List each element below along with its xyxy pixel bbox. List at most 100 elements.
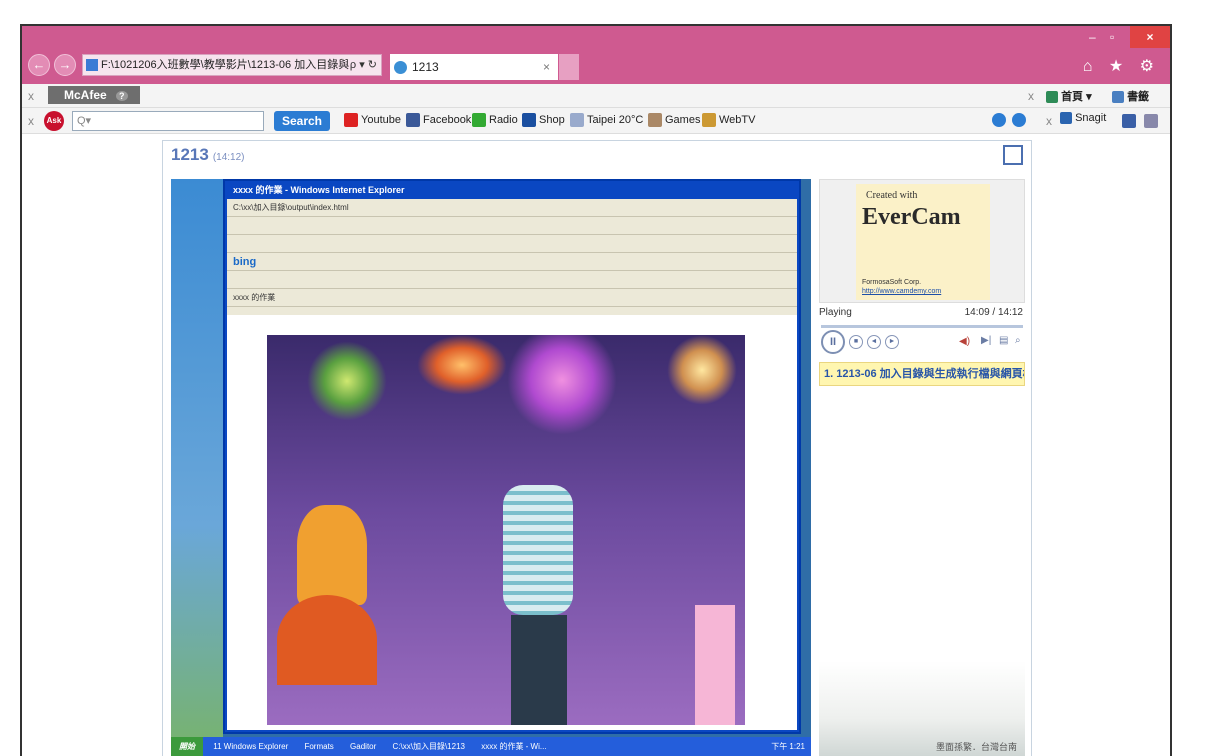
back-button[interactable]: ← bbox=[28, 54, 50, 76]
youtube-icon bbox=[344, 113, 358, 127]
favorites-menu[interactable]: 書籤 bbox=[1112, 88, 1149, 104]
logo-evercam: EverCam bbox=[862, 204, 961, 230]
tv-icon bbox=[702, 113, 716, 127]
favorites-icon bbox=[1112, 91, 1124, 104]
new-tab-button[interactable] bbox=[559, 54, 579, 80]
snagit-button[interactable]: Snagit bbox=[1060, 112, 1107, 125]
taskbar-item: 11 Windows Explorer bbox=[213, 742, 289, 751]
webtv-link[interactable]: WebTV bbox=[702, 113, 755, 127]
recorded-bing-bar: bing bbox=[227, 253, 797, 271]
search-icon[interactable]: ⌕ bbox=[1015, 335, 1021, 346]
link-label: Taipei 20°C bbox=[587, 114, 644, 126]
boy-figure bbox=[503, 485, 573, 615]
link-label: Youtube bbox=[361, 114, 401, 126]
seek-bar[interactable] bbox=[821, 325, 1023, 328]
start-button: 開始 bbox=[171, 737, 203, 756]
games-link[interactable]: Games bbox=[648, 113, 700, 127]
mcafee-toolbar: x McAfee ? x 首頁 ▾ 書籤 bbox=[22, 84, 1170, 108]
taskbar-item: xxxx 的作業 - Wi... bbox=[481, 742, 547, 751]
taskbar-item: C:\xx\加入目錄\1213 bbox=[392, 742, 465, 751]
forward-icon[interactable]: ► bbox=[885, 335, 899, 349]
snagit-icon bbox=[1060, 112, 1072, 125]
title-text: 1213 bbox=[171, 145, 209, 164]
recorded-tab: xxxx 的作業 bbox=[227, 289, 797, 307]
taskbar-item: Formats bbox=[304, 742, 334, 751]
forward-button[interactable]: → bbox=[54, 54, 76, 76]
page-icon bbox=[86, 59, 98, 71]
zoom-in-icon[interactable] bbox=[992, 113, 1006, 127]
caption-icon[interactable]: ▤ bbox=[999, 335, 1008, 346]
search-button[interactable]: Search bbox=[274, 111, 330, 131]
snagit-close-icon[interactable]: x bbox=[1046, 114, 1052, 128]
birds-caption: 墨面孫繁．台灣台南 bbox=[935, 742, 1017, 752]
girl-skirt bbox=[277, 595, 377, 685]
maximize-button[interactable]: ▫ bbox=[1110, 30, 1114, 44]
video-title: 1213 (14:12) bbox=[171, 145, 245, 165]
stop-icon[interactable]: ■ bbox=[849, 335, 863, 349]
toolbar2-close-icon[interactable]: x bbox=[28, 114, 34, 128]
home-menu[interactable]: 首頁 ▾ bbox=[1046, 88, 1092, 104]
chevron-down-icon: ▾ bbox=[1086, 91, 1092, 103]
search-input[interactable]: Q▾ bbox=[72, 111, 264, 131]
address-text: F:\1021206入班數學\教學影片\1213-06 加入目錄與 bbox=[101, 59, 350, 71]
evercam-logo: Created with EverCam FormosaSoft Corp. h… bbox=[819, 179, 1025, 303]
address-bar[interactable]: F:\1021206入班數學\教學影片\1213-06 加入目錄與 ρ ▾ ↻ bbox=[82, 54, 382, 76]
radio-icon bbox=[472, 113, 486, 127]
next-chapter-icon[interactable]: ▶| bbox=[981, 335, 991, 346]
tab-close-icon[interactable]: × bbox=[543, 54, 550, 80]
video-frame[interactable]: xxxx 的作業 - Windows Internet Explorer C:\… bbox=[171, 179, 811, 756]
logo-created-with: Created with bbox=[866, 190, 918, 201]
home-favorites-settings-icons[interactable]: ⌂ ★ ⚙ bbox=[1083, 56, 1160, 76]
birds-background: 墨面孫繁．台灣台南 bbox=[819, 661, 1025, 756]
link-label: WebTV bbox=[719, 114, 756, 126]
shop-link[interactable]: Shop bbox=[522, 113, 565, 127]
search-options-icon[interactable] bbox=[1012, 113, 1026, 127]
girl-figure bbox=[297, 505, 367, 605]
player-sidebar: Created with EverCam FormosaSoft Corp. h… bbox=[819, 179, 1025, 386]
duration-text: (14:12) bbox=[212, 152, 245, 163]
status-text: Playing bbox=[819, 307, 852, 318]
firework-orange bbox=[417, 335, 507, 395]
window-icon[interactable] bbox=[1144, 114, 1158, 128]
logo-company-block: FormosaSoft Corp. http://www.camdemy.com bbox=[862, 278, 941, 296]
close-button[interactable]: × bbox=[1130, 26, 1170, 48]
time-display: 14:09 / 14:12 bbox=[964, 307, 1023, 318]
logo-card: Created with EverCam FormosaSoft Corp. h… bbox=[856, 184, 990, 300]
chapter-item[interactable]: 1. 1213-06 加入目錄與生成執行檔與網頁檔 bbox=[819, 362, 1025, 386]
page-content: 1213 (14:12) xxxx 的作業 - Windows Internet … bbox=[22, 134, 1170, 756]
tab-title: 1213 bbox=[412, 60, 439, 74]
firework-green bbox=[307, 341, 387, 421]
ask-logo-icon[interactable]: Ask bbox=[44, 111, 64, 131]
cloud-icon bbox=[570, 113, 584, 127]
desktop-icons bbox=[171, 179, 223, 756]
playback-status: Playing 14:09 / 14:12 bbox=[819, 307, 1025, 325]
rewind-icon[interactable]: ◄ bbox=[867, 335, 881, 349]
weather-link[interactable]: Taipei 20°C bbox=[570, 113, 643, 127]
calculator-icon[interactable] bbox=[1122, 114, 1136, 128]
flag-icon bbox=[522, 113, 536, 127]
volume-icon[interactable]: ◀) bbox=[959, 336, 970, 347]
toolbar-close-icon[interactable]: x bbox=[28, 89, 34, 103]
favorites-label: 書籤 bbox=[1127, 91, 1150, 103]
youtube-link[interactable]: Youtube bbox=[344, 113, 401, 127]
mcafee-button[interactable]: McAfee ? bbox=[48, 86, 140, 104]
toolbar-right-close-icon[interactable]: x bbox=[1028, 89, 1034, 103]
boy-legs bbox=[511, 615, 567, 725]
joystick-icon bbox=[648, 113, 662, 127]
pause-button[interactable]: II bbox=[821, 330, 845, 354]
evercam-player: 1213 (14:12) xxxx 的作業 - Windows Internet … bbox=[162, 140, 1032, 756]
link-label: Radio bbox=[489, 114, 518, 126]
minimize-button[interactable]: – bbox=[1089, 30, 1096, 44]
link-label: Games bbox=[665, 114, 701, 126]
radio-link[interactable]: Radio bbox=[472, 113, 518, 127]
logo-url-link[interactable]: http://www.camdemy.com bbox=[862, 287, 941, 296]
facebook-link[interactable]: Facebook bbox=[406, 113, 471, 127]
recorded-ie-window: xxxx 的作業 - Windows Internet Explorer C:\… bbox=[223, 179, 801, 734]
title-bar: – ▫ × ← → F:\1021206入班數學\教學影片\1213-06 加入… bbox=[22, 26, 1170, 84]
tab-1213[interactable]: 1213 × bbox=[390, 54, 558, 80]
snagit-label: Snagit bbox=[1075, 112, 1107, 124]
fullscreen-icon[interactable] bbox=[1003, 145, 1023, 165]
link-label: Facebook bbox=[423, 114, 472, 126]
address-tools[interactable]: ρ ▾ ↻ bbox=[350, 55, 377, 75]
help-icon[interactable]: ? bbox=[116, 91, 128, 101]
